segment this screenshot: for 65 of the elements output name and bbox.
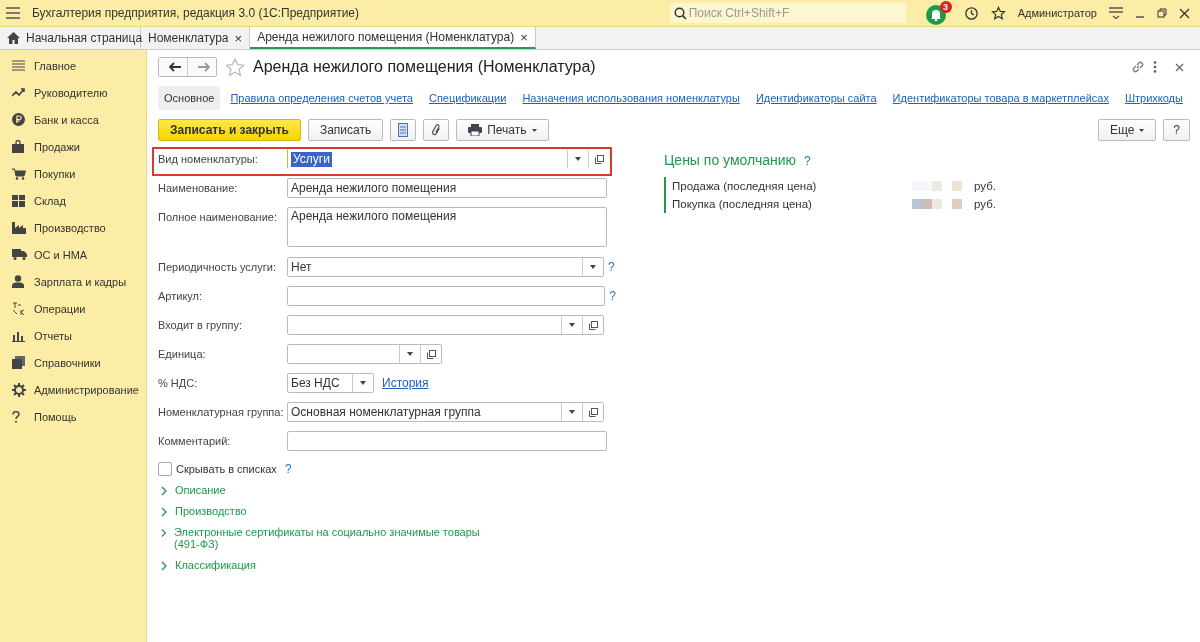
history-link[interactable]: История xyxy=(382,373,429,393)
field-label: Номенклатурная группа: xyxy=(158,405,285,420)
section-tab[interactable]: Штрихкоды xyxy=(1118,86,1189,110)
combo-field[interactable]: Основная номенклатурная группа xyxy=(287,402,604,422)
section-tab[interactable]: Идентификаторы товара в маркетплейсах xyxy=(886,86,1115,110)
user-name[interactable]: Администратор xyxy=(1017,7,1097,19)
search-field[interactable]: Поиск Ctrl+Shift+F xyxy=(669,3,906,23)
sidebar-item[interactable]: Администрирование xyxy=(0,376,146,403)
field-label: Единица: xyxy=(158,347,207,362)
currency-label: руб. xyxy=(974,198,996,210)
help-link[interactable]: ? xyxy=(608,257,615,277)
price-label: Покупка (последняя цена) xyxy=(672,198,813,210)
group-header[interactable]: Описание xyxy=(175,484,226,496)
help-link[interactable]: ? xyxy=(803,154,811,168)
field-label: % НДС: xyxy=(158,376,199,391)
tab-close-button[interactable]: × xyxy=(234,30,243,46)
input-field[interactable]: Аренда нежилого помещения xyxy=(287,178,607,198)
notification-badge: 3 xyxy=(939,1,952,13)
sidebar-item[interactable]: Склад xyxy=(0,187,146,214)
form-title: Аренда нежилого помещения (Номенклатура) xyxy=(253,58,596,76)
combo-field[interactable]: Без НДС xyxy=(287,373,374,393)
checkbox-label[interactable]: Скрывать в списках xyxy=(176,463,277,475)
field-label: Входит в группу: xyxy=(158,318,243,333)
help-button[interactable]: ? xyxy=(1163,119,1190,141)
section-tab[interactable]: Основное xyxy=(158,86,221,110)
field-label: Периодичность услуги: xyxy=(158,260,277,275)
sidebar-item[interactable]: Банк и касса xyxy=(0,106,146,133)
save-and-close-button[interactable]: Записать и закрыть xyxy=(158,119,301,141)
field-label: Вид номенклатуры: xyxy=(158,152,259,167)
sidebar-item[interactable]: Зарплата и кадры xyxy=(0,268,146,295)
sidebar-item[interactable]: ОС и НМА xyxy=(0,241,146,268)
section-tab[interactable]: Правила определения счетов учета xyxy=(224,86,419,110)
group-header[interactable]: Производство xyxy=(175,505,247,517)
field-label: Наименование: xyxy=(158,181,239,196)
section-tab[interactable]: Спецификации xyxy=(422,86,513,110)
sidebar-item[interactable]: Справочники xyxy=(0,349,146,376)
group-header[interactable]: Электронные сертификаты на социально значимые товары (491-ФЗ) xyxy=(174,526,481,550)
price-label: Продажа (последняя цена) xyxy=(672,180,818,192)
help-link[interactable]: ? xyxy=(284,459,292,479)
sidebar-item[interactable]: Помощь xyxy=(0,403,146,430)
field-label: Полное наименование: xyxy=(158,210,278,225)
more-button[interactable]: Еще xyxy=(1097,119,1157,141)
save-button[interactable]: Записать xyxy=(307,119,384,141)
currency-label: руб. xyxy=(974,180,996,192)
field-label: Комментарий: xyxy=(158,434,232,449)
text-area[interactable]: Аренда нежилого помещения xyxy=(287,207,607,247)
tab[interactable]: Начальная страница xyxy=(0,27,141,49)
help-link[interactable]: ? xyxy=(609,286,616,306)
print-button[interactable]: Печать xyxy=(456,119,549,141)
sidebar-item[interactable]: Операции xyxy=(0,295,146,322)
sidebar-item[interactable]: Отчеты xyxy=(0,322,146,349)
sidebar-item[interactable]: Производство xyxy=(0,214,146,241)
sidebar-item[interactable]: Покупки xyxy=(0,160,146,187)
combo-field[interactable]: Нет xyxy=(287,257,604,277)
tab[interactable]: Аренда нежилого помещения (Номенклатура) × xyxy=(250,27,536,49)
tab-close-button[interactable]: × xyxy=(520,29,528,45)
section-heading: Цены по умолчанию xyxy=(664,152,797,168)
sidebar-item[interactable]: Главное xyxy=(0,52,146,79)
window-title: Бухгалтерия предприятия, редакция 3.0 (1С:Предприятие) xyxy=(32,6,361,20)
field-label: Артикул: xyxy=(158,289,204,304)
section-tab[interactable]: Идентификаторы сайта xyxy=(749,86,883,110)
group-header[interactable]: Классификация xyxy=(175,559,256,571)
sidebar-item[interactable]: Руководителю xyxy=(0,79,146,106)
section-tab[interactable]: Назначения использования номенклатуры xyxy=(516,86,746,110)
sidebar-item[interactable]: Продажи xyxy=(0,133,146,160)
